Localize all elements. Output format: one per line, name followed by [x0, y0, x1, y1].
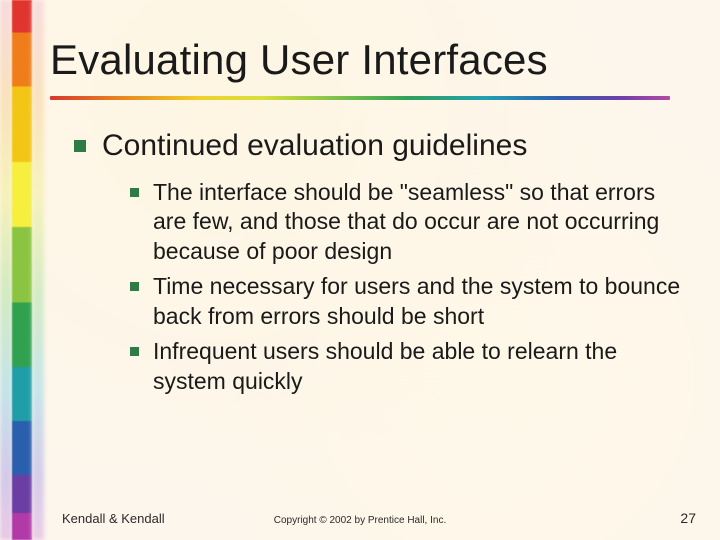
footer-copyright: Copyright © 2002 by Prentice Hall, Inc.	[274, 515, 446, 526]
bullet-level1-text: Continued evaluation guidelines	[102, 128, 527, 164]
bullet-level2-text: The interface should be "seamless" so th…	[153, 178, 684, 266]
square-bullet-icon	[130, 188, 139, 197]
bullet-level2: Time necessary for users and the system …	[130, 272, 684, 331]
slide-footer: Kendall & Kendall Copyright © 2002 by Pr…	[0, 506, 720, 526]
square-bullet-icon	[74, 140, 86, 152]
title-underline-decoration	[50, 96, 670, 100]
square-bullet-icon	[130, 282, 139, 291]
slide-body: Continued evaluation guidelines The inte…	[74, 128, 684, 402]
bullet-level2-text: Time necessary for users and the system …	[153, 272, 684, 331]
presentation-slide: Evaluating User Interfaces Continued eva…	[0, 0, 720, 540]
bullet-level2-text: Infrequent users should be able to relea…	[153, 337, 684, 396]
slide-title: Evaluating User Interfaces	[50, 36, 548, 84]
footer-author: Kendall & Kendall	[62, 511, 165, 526]
bullet-level2-list: The interface should be "seamless" so th…	[130, 178, 684, 396]
bullet-level2: The interface should be "seamless" so th…	[130, 178, 684, 266]
footer-page-number: 27	[680, 510, 696, 526]
bullet-level2: Infrequent users should be able to relea…	[130, 337, 684, 396]
bullet-level1: Continued evaluation guidelines	[74, 128, 684, 164]
square-bullet-icon	[130, 347, 139, 356]
rainbow-sidebar-decoration	[0, 0, 44, 540]
